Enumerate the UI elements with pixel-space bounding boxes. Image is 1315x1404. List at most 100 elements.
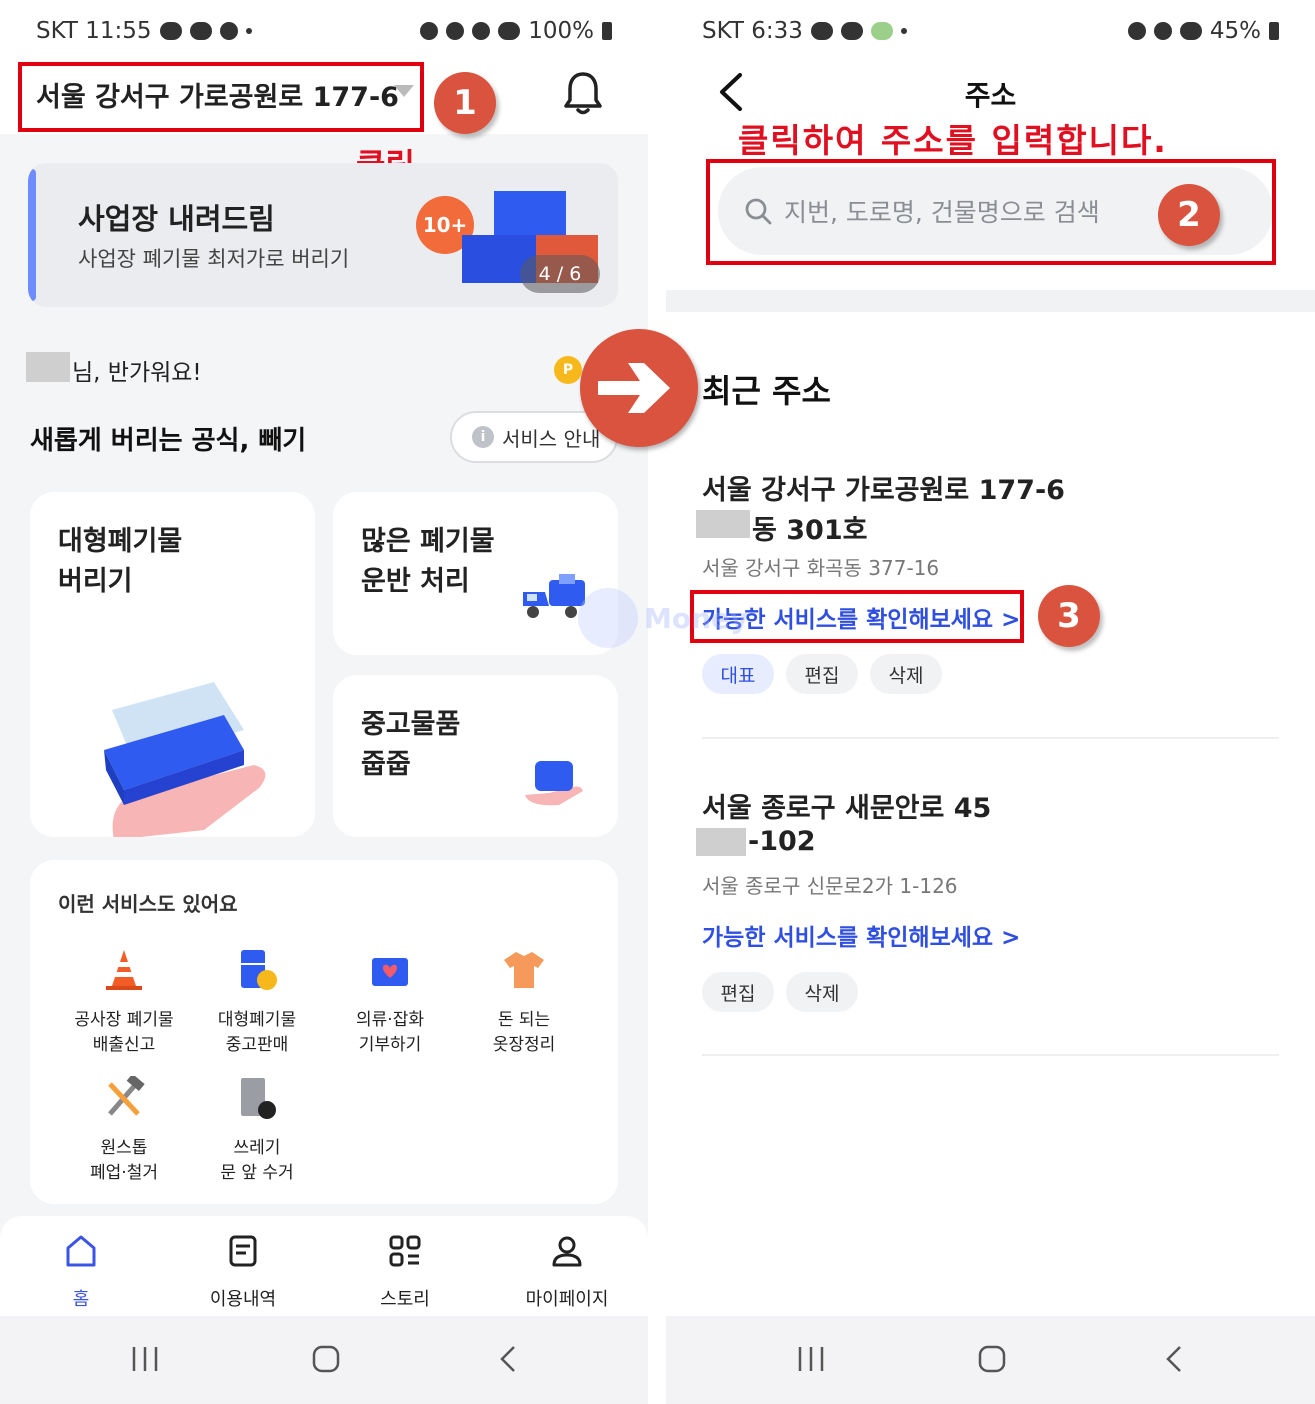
bell-icon[interactable] [563,70,603,116]
address-2-detail: -102 [748,826,816,857]
step-badge-3: 3 [1038,585,1100,647]
blurred-building [696,828,746,856]
service-line1: 공사장 폐기물 [74,1010,174,1030]
section-title: 새롭게 버리는 공식, 빼기 [30,426,307,456]
banner-accent [28,169,36,301]
step-badge-2: 2 [1158,184,1220,246]
status-bar: SKT 11:55 100% [0,0,648,62]
blurred-username [26,352,70,382]
business-banner[interactable]: 사업장 내려드림 사업장 폐기물 최저가로 버리기 10+ 4 / 6 [28,163,618,307]
tab-story[interactable]: 스토리 [345,1234,465,1311]
tab-label: 스토리 [380,1289,430,1310]
chip-delete[interactable]: 삭제 [786,972,858,1012]
chip-delete[interactable]: 삭제 [870,654,942,694]
tab-home[interactable]: 홈 [21,1234,141,1311]
tab-label: 마이페이지 [525,1289,609,1310]
android-nav-bar [0,1316,648,1404]
card-used-goods-title: 중고물품 줍줍 [361,709,461,780]
home-nav-icon[interactable] [311,1344,341,1374]
wifi-signal-icon [1179,22,1202,40]
service-line1: 대형폐기물 [217,1010,297,1030]
address-2-jibun: 서울 종로구 신문로2가 1-126 [702,874,958,898]
banner-title: 사업장 내려드림 [78,202,275,236]
address-1-jibun: 서울 강서구 화곡동 377-16 [702,556,940,580]
address-divider [702,737,1279,739]
address-1-main: 서울 강서구 가로공원로 177-6 [702,475,1065,506]
service-line2: 중고판매 [225,1035,289,1055]
sofa-hand-icon [104,682,266,837]
service-line1: 쓰레기 [233,1138,281,1158]
card-large-waste[interactable]: 대형폐기물 버리기 [30,492,315,837]
service-door-pickup[interactable]: 쓰레기 문 앞 수거 [197,1076,317,1186]
greeting-text: 님, 반가워요! [72,360,202,386]
shirt-icon [504,952,544,988]
alarm-icon [1127,22,1146,40]
mute-icon [446,22,465,40]
service-demolition[interactable]: 원스톱 폐업·철거 [64,1073,184,1186]
step-badge-1: 1 [434,72,496,134]
chip-default[interactable]: 대표 [702,654,774,694]
android-nav-bar [666,1316,1315,1404]
banner-subtitle: 사업장 폐기물 최저가로 버리기 [78,247,350,271]
points-icon[interactable]: P [554,356,582,384]
service-donation[interactable]: 의류·잡화 기부하기 [330,948,450,1058]
status-time: SKT 6:33 [702,18,803,44]
recents-icon[interactable] [130,1344,160,1374]
screen-divider [648,0,666,1404]
more-services-title: 이런 서비스도 있어요 [58,892,238,916]
service-construction-waste[interactable]: 공사장 폐기물 배출신고 [64,948,184,1058]
card-much-waste-title: 많은 폐기물 운반 처리 [361,526,495,597]
tools-icon [108,1073,145,1116]
tab-label: 홈 [72,1289,90,1310]
transition-arrow [580,329,698,447]
card-large-waste-title: 대형폐기물 버리기 [58,526,183,597]
right-phone-screen: SKT 6:33 45% 주소 클릭하여 주소를 입력합니다. 지번, 도로명,… [666,0,1315,1404]
left-phone-screen: SKT 11:55 100% 서울 강서구 가로공원로 177-6 1 클릭 사… [0,0,648,1404]
document-icon [229,1235,257,1267]
banner-page-counter: 4 / 6 [520,255,600,293]
status-bar: SKT 6:33 45% [666,0,1315,62]
back-nav-icon[interactable] [1160,1344,1190,1374]
service-line2: 폐업·철거 [90,1163,158,1183]
dnd-icon [219,22,238,40]
card-used-goods[interactable]: 중고물품 줍줍 [333,675,618,837]
wifi-signal-icon [498,22,521,40]
service-line2: 배출신고 [92,1035,156,1055]
more-notifications-dot [900,28,907,34]
service-line1: 돈 되는 [497,1010,551,1030]
cloud-icon [189,22,212,40]
page-title: 주소 [964,79,1017,112]
address-2-service-link[interactable]: 가능한 서비스를 확인해보세요 > [702,918,1020,952]
fridge-coin-icon [241,950,277,990]
box-hand-icon [525,761,583,806]
card-much-waste[interactable]: 많은 폐기물 운반 처리 [333,492,618,655]
youtube-icon [840,22,863,40]
service-used-sale[interactable]: 대형폐기물 중고판매 [197,948,317,1058]
more-notifications-dot [245,28,252,34]
chip-edit[interactable]: 편집 [702,972,774,1012]
recents-icon[interactable] [796,1344,826,1374]
service-line1: 원스톱 [100,1138,148,1158]
bottom-tab-bar: 홈 이용내역 스토리 마이페이지 [0,1216,648,1316]
address-1-detail: 동 301호 [752,515,868,546]
home-icon [66,1235,96,1267]
app-notification-icon [870,22,893,40]
service-closet[interactable]: 돈 되는 옷장정리 [464,948,584,1058]
service-line2: 기부하기 [358,1035,422,1055]
home-nav-icon[interactable] [977,1344,1007,1374]
tab-mypage[interactable]: 마이페이지 [507,1234,627,1311]
right-arrow-icon [598,363,670,413]
more-services-card: 이런 서비스도 있어요 공사장 폐기물 배출신고 대형폐기물 중고판매 의류·잡… [30,860,618,1204]
section-separator [666,290,1315,312]
tab-history[interactable]: 이용내역 [183,1234,303,1311]
location-icon [472,22,491,40]
back-nav-icon[interactable] [494,1344,524,1374]
chip-edit[interactable]: 편집 [786,654,858,694]
battery-percent: 100% [528,18,594,44]
battery-icon [1269,22,1279,40]
address-divider [702,1054,1279,1056]
recent-addresses-title: 최근 주소 [702,372,831,410]
info-icon: i [472,426,494,448]
traffic-cone-icon [106,950,142,990]
tab-label: 이용내역 [209,1289,277,1310]
